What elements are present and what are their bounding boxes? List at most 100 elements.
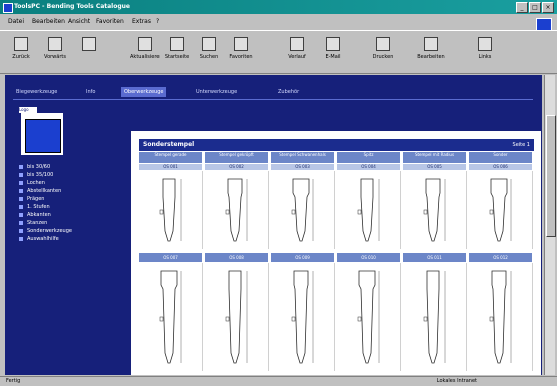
tool-drawing [469, 263, 533, 371]
links-button[interactable]: Links [470, 35, 500, 67]
menu-extras[interactable]: Extras [132, 18, 151, 25]
tab-zubehoer[interactable]: Zubehör [275, 87, 302, 97]
nav-divider [13, 99, 533, 100]
search-icon [202, 37, 216, 51]
sidebar-item[interactable]: Abstellkanten [19, 187, 72, 195]
page-indicator: Seite 1 [512, 142, 530, 148]
sidebar-item[interactable]: Stanzen [19, 219, 72, 227]
forward-button[interactable]: Vorwärts [40, 35, 70, 67]
menu-bar: Datei Bearbeiten Ansicht Favoriten Extra… [0, 15, 557, 28]
punch-drawing [159, 270, 182, 364]
tool-code: OS 010 [337, 253, 400, 262]
menu-bearbeiten[interactable]: Bearbeiten [32, 18, 65, 25]
refresh-button[interactable]: Aktualisieren [130, 35, 160, 67]
favorites-button[interactable]: Favoriten [226, 35, 256, 67]
tab-info[interactable]: Info [83, 87, 98, 97]
status-text: Fertig [6, 378, 21, 384]
tool-drawing [403, 171, 467, 249]
tool-code: OS 005 [403, 164, 466, 170]
logo-square [25, 119, 61, 153]
stop-button[interactable] [74, 35, 104, 67]
panel-header: Sonderstempel Seite 1 [139, 139, 534, 151]
punch-drawing [159, 178, 182, 242]
menu-favoriten[interactable]: Favoriten [96, 18, 124, 25]
refresh-icon [138, 37, 152, 51]
home-icon [170, 37, 184, 51]
title-bar: ToolsPC - Bending Tools Catalogue _ □ × [0, 0, 557, 14]
bullet-icon [19, 213, 23, 217]
bullet-icon [19, 197, 23, 201]
back-button[interactable]: Zurück [6, 35, 36, 67]
menu-datei[interactable]: Datei [8, 18, 24, 25]
tab-biegewerkzeuge[interactable]: Biegewerkzeuge [13, 87, 60, 97]
window-title: ToolsPC - Bending Tools Catalogue [14, 3, 130, 10]
tool-code: OS 002 [205, 164, 268, 170]
back-icon [14, 37, 28, 51]
tool-code: OS 007 [139, 253, 202, 262]
tool-category: Sonder [469, 152, 532, 163]
punch-drawing [423, 270, 446, 364]
edit-icon [424, 37, 438, 51]
vertical-scrollbar[interactable] [544, 75, 556, 375]
tool-code: OS 004 [337, 164, 400, 170]
sidebar-item[interactable]: Sonderwerkzeuge [19, 227, 72, 235]
tool-category: Stempel gerade [139, 152, 202, 163]
sidebar-item[interactable]: Auswahlhilfe [19, 235, 72, 243]
zone-indicator: Lokales Intranet [436, 378, 477, 384]
home-button[interactable]: Startseite [162, 35, 192, 67]
tool-category: Stempel gekröpft [205, 152, 268, 163]
print-button[interactable]: Drucken [368, 35, 398, 67]
tool-code: OS 003 [271, 164, 334, 170]
tool-drawing [403, 263, 467, 371]
sidebar: bis 30/60 bis 35/100 Lochen Abstellkante… [19, 163, 72, 243]
sidebar-item[interactable]: bis 30/60 [19, 163, 72, 171]
tool-drawing [337, 263, 401, 371]
sidebar-item[interactable]: Lochen [19, 179, 72, 187]
tool-drawing [139, 263, 203, 371]
tool-drawing [469, 171, 533, 249]
punch-drawing [489, 270, 512, 364]
sidebar-item[interactable]: Abkanten [19, 211, 72, 219]
punch-drawing [291, 178, 314, 242]
mail-button[interactable]: E-Mail [318, 35, 348, 67]
punch-drawing [423, 178, 446, 242]
tab-oberwerkzeuge[interactable]: Oberwerkzeuge [121, 87, 167, 97]
sidebar-item[interactable]: 1. Stufen [19, 203, 72, 211]
forward-icon [48, 37, 62, 51]
favorites-icon [234, 37, 248, 51]
tool-code: OS 011 [403, 253, 466, 262]
tool-code: OS 001 [139, 164, 202, 170]
tool-category: Stempel mit Radius [403, 152, 466, 163]
close-button[interactable]: × [542, 2, 554, 13]
bullet-icon [19, 221, 23, 225]
bullet-icon [19, 229, 23, 233]
toolbar: Zurück Vorwärts Aktualisieren Startseite… [0, 30, 557, 74]
tool-drawing [205, 171, 269, 249]
panel-title: Sonderstempel [143, 141, 195, 148]
punch-drawing [357, 178, 380, 242]
tool-category: Spitz [337, 152, 400, 163]
minimize-button[interactable]: _ [516, 2, 528, 13]
punch-drawing [357, 270, 380, 364]
links-icon [478, 37, 492, 51]
history-button[interactable]: Verlauf [282, 35, 312, 67]
bullet-icon [19, 165, 23, 169]
tool-drawing [271, 171, 335, 249]
tool-category: Stempel Schwanenhals [271, 152, 334, 163]
bullet-icon [19, 181, 23, 185]
print-icon [376, 37, 390, 51]
tab-unterwerkzeuge[interactable]: Unterwerkzeuge [193, 87, 240, 97]
scroll-thumb[interactable] [546, 115, 556, 237]
bullet-icon [19, 205, 23, 209]
bullet-icon [19, 237, 23, 241]
maximize-button[interactable]: □ [529, 2, 541, 13]
search-button[interactable]: Suchen [194, 35, 224, 67]
bullet-icon [19, 189, 23, 193]
sidebar-item[interactable]: bis 35/100 [19, 171, 72, 179]
tool-drawing [337, 171, 401, 249]
sidebar-item[interactable]: Prägen [19, 195, 72, 203]
menu-ansicht[interactable]: Ansicht [68, 18, 90, 25]
catalog-panel: Sonderstempel Seite 1 Stempel gerade OS 0… [131, 131, 541, 375]
edit-button[interactable]: Bearbeiten [416, 35, 446, 67]
menu-help[interactable]: ? [156, 18, 159, 25]
